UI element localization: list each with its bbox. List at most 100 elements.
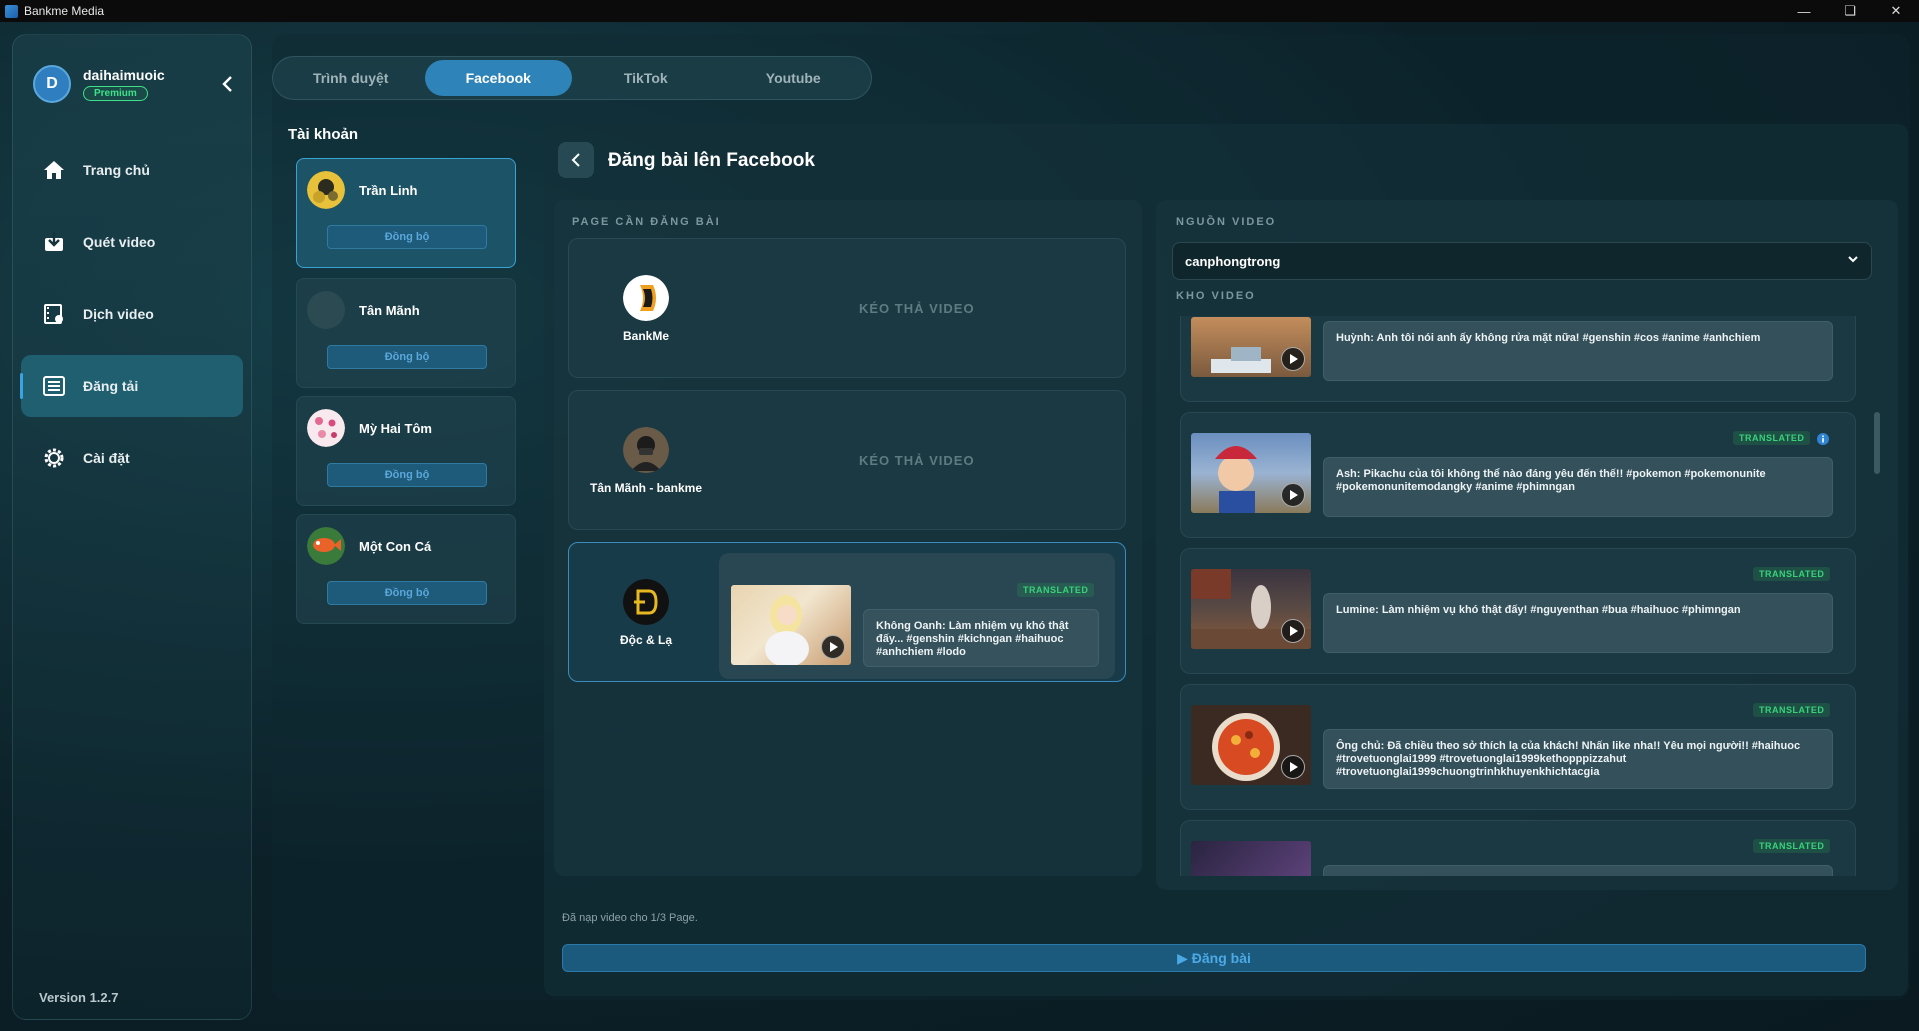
tab-youtube[interactable]: Youtube [720, 60, 868, 96]
page-title: Đăng bài lên Facebook [608, 150, 815, 171]
section-label: KHO VIDEO [1176, 290, 1256, 302]
sidebar-item-label: Dịch video [83, 306, 154, 322]
scrollbar-thumb[interactable] [1874, 412, 1880, 474]
video-thumbnail [1191, 841, 1311, 876]
scrollbar[interactable] [1874, 316, 1882, 876]
list-item[interactable]: TRANSLATED Ash: Pikachu của tôi không th… [1180, 412, 1856, 538]
sidebar-item-label: Đăng tải [83, 378, 139, 394]
restore-button[interactable]: ❏ [1827, 0, 1873, 22]
avatar [623, 275, 669, 321]
post-panel: Đăng bài lên Facebook PAGE CẦN ĐĂNG BÀI … [544, 124, 1908, 996]
video-caption: Không Oanh: Làm nhiệm vụ khó thật đấy...… [863, 609, 1099, 667]
collapse-sidebar-button[interactable] [221, 75, 235, 98]
tab-browser[interactable]: Trình duyệt [277, 60, 425, 96]
back-button[interactable] [558, 142, 594, 178]
page-card[interactable]: BankMe KÉO THẢ VIDEO [568, 238, 1126, 378]
user-profile: D daihaimuoic Premium [33, 65, 165, 103]
sidebar-item-settings[interactable]: Cài đặt [21, 427, 243, 489]
video-library: Huỳnh: Anh tôi nói anh ấy không rửa mặt … [1172, 316, 1874, 876]
account-card[interactable]: Trần Linh Đồng bộ [296, 158, 516, 268]
submit-post-button[interactable]: ▶ Đăng bài [562, 944, 1866, 972]
premium-badge: Premium [83, 86, 148, 101]
page-card[interactable]: Tân Mãnh - bankme KÉO THẢ VIDEO [568, 390, 1126, 530]
account-name: Tân Mãnh [359, 303, 420, 318]
video-source-select[interactable]: canphongtrong [1172, 242, 1872, 280]
section-label: PAGE CẦN ĐĂNG BÀI [572, 216, 721, 228]
list-icon [41, 373, 67, 399]
sidebar: D daihaimuoic Premium Trang chủ Quét vid… [12, 34, 252, 1020]
window-title: Bankme Media [24, 4, 105, 18]
play-button[interactable] [1281, 755, 1305, 779]
play-button[interactable] [821, 635, 845, 659]
play-button[interactable] [1281, 619, 1305, 643]
translated-badge: TRANSLATED [1733, 431, 1811, 445]
list-item[interactable]: TRANSLATED [1180, 820, 1856, 876]
avatar [623, 427, 669, 473]
download-icon [41, 229, 67, 255]
page-name: BankMe [622, 329, 669, 343]
account-card[interactable]: Mỳ Hai Tôm Đồng bộ [296, 396, 516, 506]
video-thumbnail [1191, 433, 1311, 513]
sidebar-item-home[interactable]: Trang chủ [21, 139, 243, 201]
list-item[interactable]: TRANSLATED Lumine: Làm nhiệm vụ khó thật… [1180, 548, 1856, 674]
assigned-video[interactable]: TRANSLATED Không Oanh: Làm nhiệm vụ khó … [719, 553, 1115, 679]
sync-button[interactable]: Đồng bộ [327, 463, 487, 487]
tab-tiktok[interactable]: TikTok [572, 60, 720, 96]
account-card[interactable]: Một Con Cá Đồng bộ [296, 514, 516, 624]
account-card[interactable]: Tân Mãnh Đồng bộ [296, 278, 516, 388]
chevron-down-icon [1847, 253, 1859, 267]
pages-section: PAGE CẦN ĐĂNG BÀI BankMe KÉO THẢ VIDEO T… [554, 200, 1142, 876]
video-thumbnail [731, 585, 851, 665]
play-button[interactable] [1281, 483, 1305, 507]
avatar [307, 291, 345, 329]
username: daihaimuoic [83, 67, 165, 83]
status-text: Đã nạp video cho 1/3 Page. [562, 912, 698, 924]
version-label: Version 1.2.7 [39, 990, 119, 1005]
page-card[interactable]: Độc & Lạ TRANSLATED Không Oanh: Làm nhiệ… [568, 542, 1126, 682]
sidebar-item-translate[interactable]: Dịch video [21, 283, 243, 345]
chevron-left-icon [571, 153, 580, 167]
avatar [307, 409, 345, 447]
drop-zone-label: KÉO THẢ VIDEO [859, 301, 975, 316]
sync-button[interactable]: Đồng bộ [327, 225, 487, 249]
accounts-title: Tài khoản [288, 126, 359, 143]
sync-button[interactable]: Đồng bộ [327, 345, 487, 369]
gear-icon [41, 445, 67, 471]
list-item[interactable]: TRANSLATED Ông chủ: Đã chiều theo sở thí… [1180, 684, 1856, 810]
translated-badge: TRANSLATED [1017, 583, 1095, 597]
video-caption: Ông chủ: Đã chiều theo sở thích lạ của k… [1323, 729, 1833, 789]
video-thumbnail [1191, 569, 1311, 649]
video-thumbnail [1191, 705, 1311, 785]
minimize-button[interactable]: — [1781, 0, 1827, 22]
avatar [623, 579, 669, 625]
film-icon [41, 301, 67, 327]
platform-tabs: Trình duyệt Facebook TikTok Youtube [272, 56, 872, 100]
sidebar-item-upload[interactable]: Đăng tải [20, 355, 243, 417]
page-name: Tân Mãnh - bankme [589, 481, 702, 495]
app-icon [5, 4, 18, 18]
account-name: Mỳ Hai Tôm [359, 421, 432, 436]
video-caption: Ash: Pikachu của tôi không thể nào đáng … [1323, 457, 1833, 517]
source-section: NGUỒN VIDEO canphongtrong KHO VIDEO Huỳn… [1156, 200, 1898, 890]
title-bar: Bankme Media — ❏ ✕ [0, 0, 1919, 22]
sidebar-item-scan[interactable]: Quét video [21, 211, 243, 273]
tab-facebook[interactable]: Facebook [424, 60, 572, 96]
close-button[interactable]: ✕ [1873, 0, 1919, 22]
section-label: NGUỒN VIDEO [1176, 216, 1277, 228]
video-thumbnail [1191, 317, 1311, 377]
account-name: Trần Linh [359, 183, 418, 198]
page-name: Độc & Lạ [619, 633, 672, 647]
avatar: D [33, 65, 71, 103]
home-icon [41, 157, 67, 183]
translated-badge: TRANSLATED [1753, 839, 1831, 853]
info-icon [1817, 433, 1829, 445]
video-caption: Huỳnh: Anh tôi nói anh ấy không rửa mặt … [1323, 321, 1833, 381]
avatar [307, 527, 345, 565]
sync-button[interactable]: Đồng bộ [327, 581, 487, 605]
list-item[interactable]: Huỳnh: Anh tôi nói anh ấy không rửa mặt … [1180, 316, 1856, 402]
play-button[interactable] [1281, 347, 1305, 371]
sidebar-item-label: Quét video [83, 234, 156, 250]
account-name: Một Con Cá [359, 539, 432, 554]
sidebar-item-label: Cài đặt [83, 450, 130, 466]
video-caption [1323, 865, 1833, 876]
